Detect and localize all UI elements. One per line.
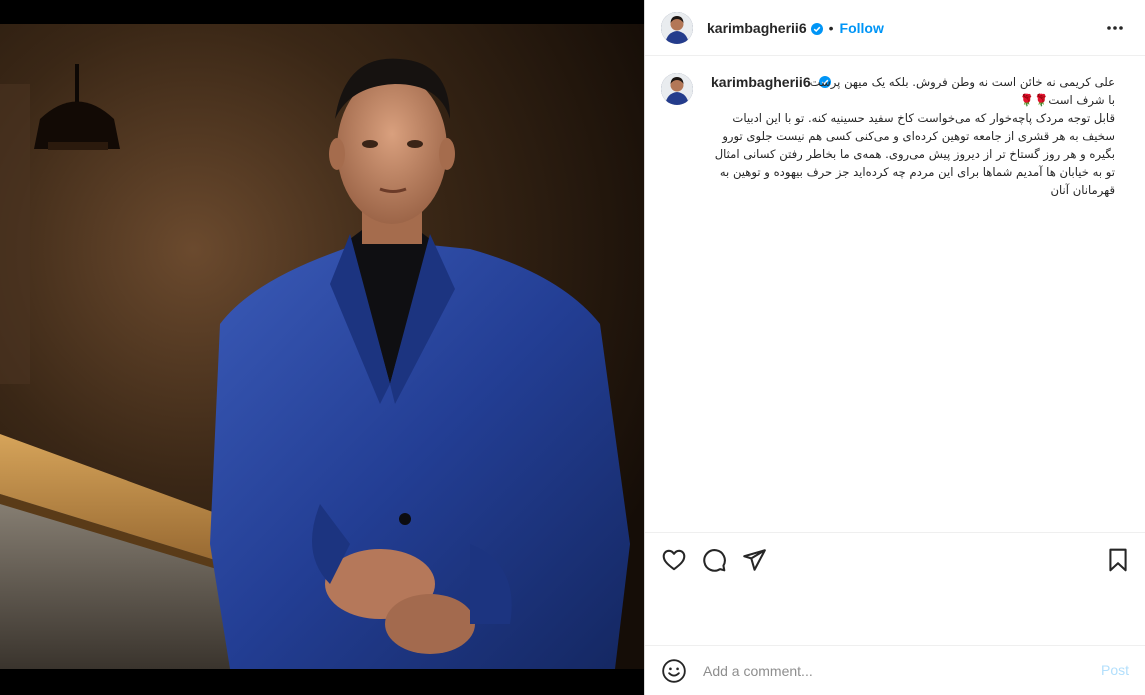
caption-line-2-text: با شرف است <box>1048 93 1115 107</box>
comment-icon[interactable] <box>701 547 727 573</box>
heart-icon[interactable] <box>661 547 687 573</box>
verified-badge-icon <box>810 22 823 35</box>
post-media-panel <box>0 0 644 695</box>
header-separator: • <box>828 19 834 36</box>
paper-plane-icon[interactable] <box>741 547 767 573</box>
post-side-panel: karimbagherii6 • Follow karimbagherii6 ع… <box>644 0 1145 695</box>
author-avatar[interactable] <box>661 11 693 44</box>
bookmark-icon[interactable] <box>1105 547 1131 573</box>
post-header: karimbagherii6 • Follow <box>645 0 1145 56</box>
caption-line-3: قابل توجه مردک پاچه‌خوار که می‌خواست کاخ… <box>714 111 1115 197</box>
follow-button[interactable]: Follow <box>840 20 884 36</box>
post-modal: karimbagherii6 • Follow karimbagherii6 ع… <box>0 0 1145 695</box>
post-comment-button[interactable]: Post <box>1101 662 1129 678</box>
smiley-icon[interactable] <box>661 658 687 684</box>
post-actions-bar <box>645 532 1145 589</box>
rose-emoji: 🌹🌹 <box>1019 93 1049 107</box>
more-horizontal-icon[interactable] <box>1103 18 1127 38</box>
post-caption: karimbagherii6 علی کریمی نه خائن است نه … <box>645 57 1145 199</box>
author-username[interactable]: karimbagherii6 <box>707 20 807 36</box>
caption-text: علی کریمی نه خائن است نه وطن فروش. بلکه … <box>711 73 1115 199</box>
caption-body: karimbagherii6 علی کریمی نه خائن است نه … <box>711 73 1115 199</box>
comment-input[interactable] <box>701 661 1085 680</box>
comment-bar: Post <box>645 645 1145 695</box>
post-photo[interactable] <box>0 24 644 669</box>
caption-username[interactable]: karimbagherii6 <box>711 74 811 90</box>
caption-author-avatar[interactable] <box>661 73 693 105</box>
caption-line-2: با شرف است🌹🌹 <box>711 91 1115 109</box>
